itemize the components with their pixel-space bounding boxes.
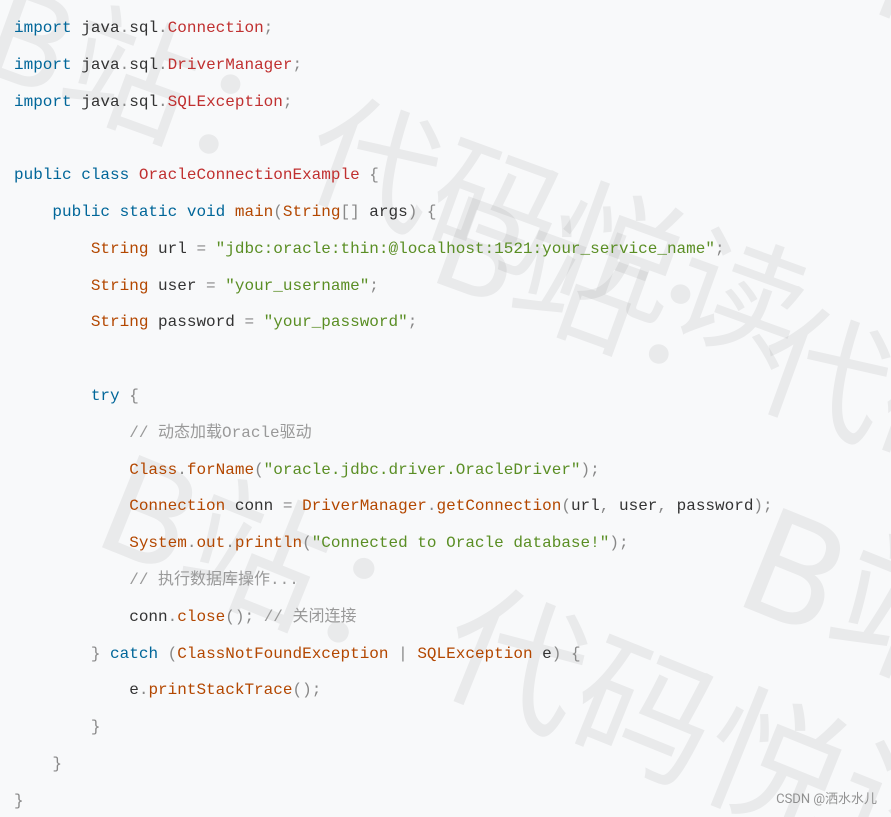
comment: // 执行数据库操作... [129,571,299,589]
method-name: getConnection [437,497,562,515]
variable-name: user [158,277,196,295]
class-name: Class [129,461,177,479]
variable-name: url [158,240,187,258]
string-literal: "oracle.jdbc.driver.OracleDriver" [264,461,581,479]
method-name: main [235,203,273,221]
method-name: printStackTrace [148,681,292,699]
type-name: String [91,313,149,331]
keyword-void: void [187,203,225,221]
code-line: String password = "your_password"; [14,313,417,331]
package-segment: java [81,93,119,111]
param-name: args [369,203,407,221]
keyword-class: class [81,166,129,184]
keyword-import: import [14,56,72,74]
code-line: import java.sql.DriverManager; [14,56,302,74]
credit-text: CSDN @洒水水儿 [776,788,877,807]
code-line: e.printStackTrace(); [14,681,321,699]
comment: // 动态加载Oracle驱动 [129,424,311,442]
type-name: String [91,277,149,295]
exception-type: SQLException [417,645,532,663]
keyword-public: public [14,166,72,184]
exception-type: ClassNotFoundException [177,645,388,663]
code-line: // 动态加载Oracle驱动 [14,424,312,442]
code-line: } catch (ClassNotFoundException | SQLExc… [14,645,581,663]
brackets: [] [340,203,359,221]
code-line: public static void main(String[] args) { [14,203,437,221]
keyword-import: import [14,93,72,111]
comment: // 关闭连接 [264,608,357,626]
package-segment: sql [129,56,158,74]
package-segment: sql [129,19,158,37]
class-name: DriverManager [168,56,293,74]
class-name: SQLException [168,93,283,111]
class-name: DriverManager [302,497,427,515]
keyword-try: try [91,387,120,405]
method-name: close [177,608,225,626]
code-line: public class OracleConnectionExample { [14,166,379,184]
class-name: OracleConnectionExample [139,166,360,184]
code-line: System.out.println("Connected to Oracle … [14,534,629,552]
package-segment: sql [129,93,158,111]
code-line: import java.sql.SQLException; [14,93,292,111]
arg: url [571,497,600,515]
package-segment: java [81,19,119,37]
method-name: println [235,534,302,552]
string-literal: "your_username" [225,277,369,295]
code-line: // 执行数据库操作... [14,571,299,589]
class-name: Connection [168,19,264,37]
keyword-catch: catch [110,645,158,663]
type-name: String [91,240,149,258]
string-literal: "Connected to Oracle database!" [312,534,610,552]
package-segment: java [81,56,119,74]
code-line: conn.close(); // 关闭连接 [14,608,357,626]
type-name: String [283,203,341,221]
variable-name: conn [235,497,273,515]
keyword-public: public [52,203,110,221]
code-line: Connection conn = DriverManager.getConne… [14,497,773,515]
code-line: Class.forName("oracle.jdbc.driver.Oracle… [14,461,600,479]
arg: user [619,497,657,515]
method-name: forName [187,461,254,479]
keyword-static: static [120,203,178,221]
code-line: String url = "jdbc:oracle:thin:@localhos… [14,240,725,258]
type-name: Connection [129,497,225,515]
code-line: } [14,718,100,736]
field-name: out [196,534,225,552]
code-block: import java.sql.Connection; import java.… [0,0,891,817]
arg: password [677,497,754,515]
variable-name: password [158,313,235,331]
code-line: import java.sql.Connection; [14,19,273,37]
variable-name: e [129,681,139,699]
keyword-import: import [14,19,72,37]
code-line: } [14,755,62,773]
variable-name: e [542,645,552,663]
class-name: System [129,534,187,552]
variable-name: conn [129,608,167,626]
code-line: } [14,792,24,810]
string-literal: "jdbc:oracle:thin:@localhost:1521:your_s… [216,240,715,258]
string-literal: "your_password" [264,313,408,331]
code-line: String user = "your_username"; [14,277,379,295]
code-line: try { [14,387,139,405]
